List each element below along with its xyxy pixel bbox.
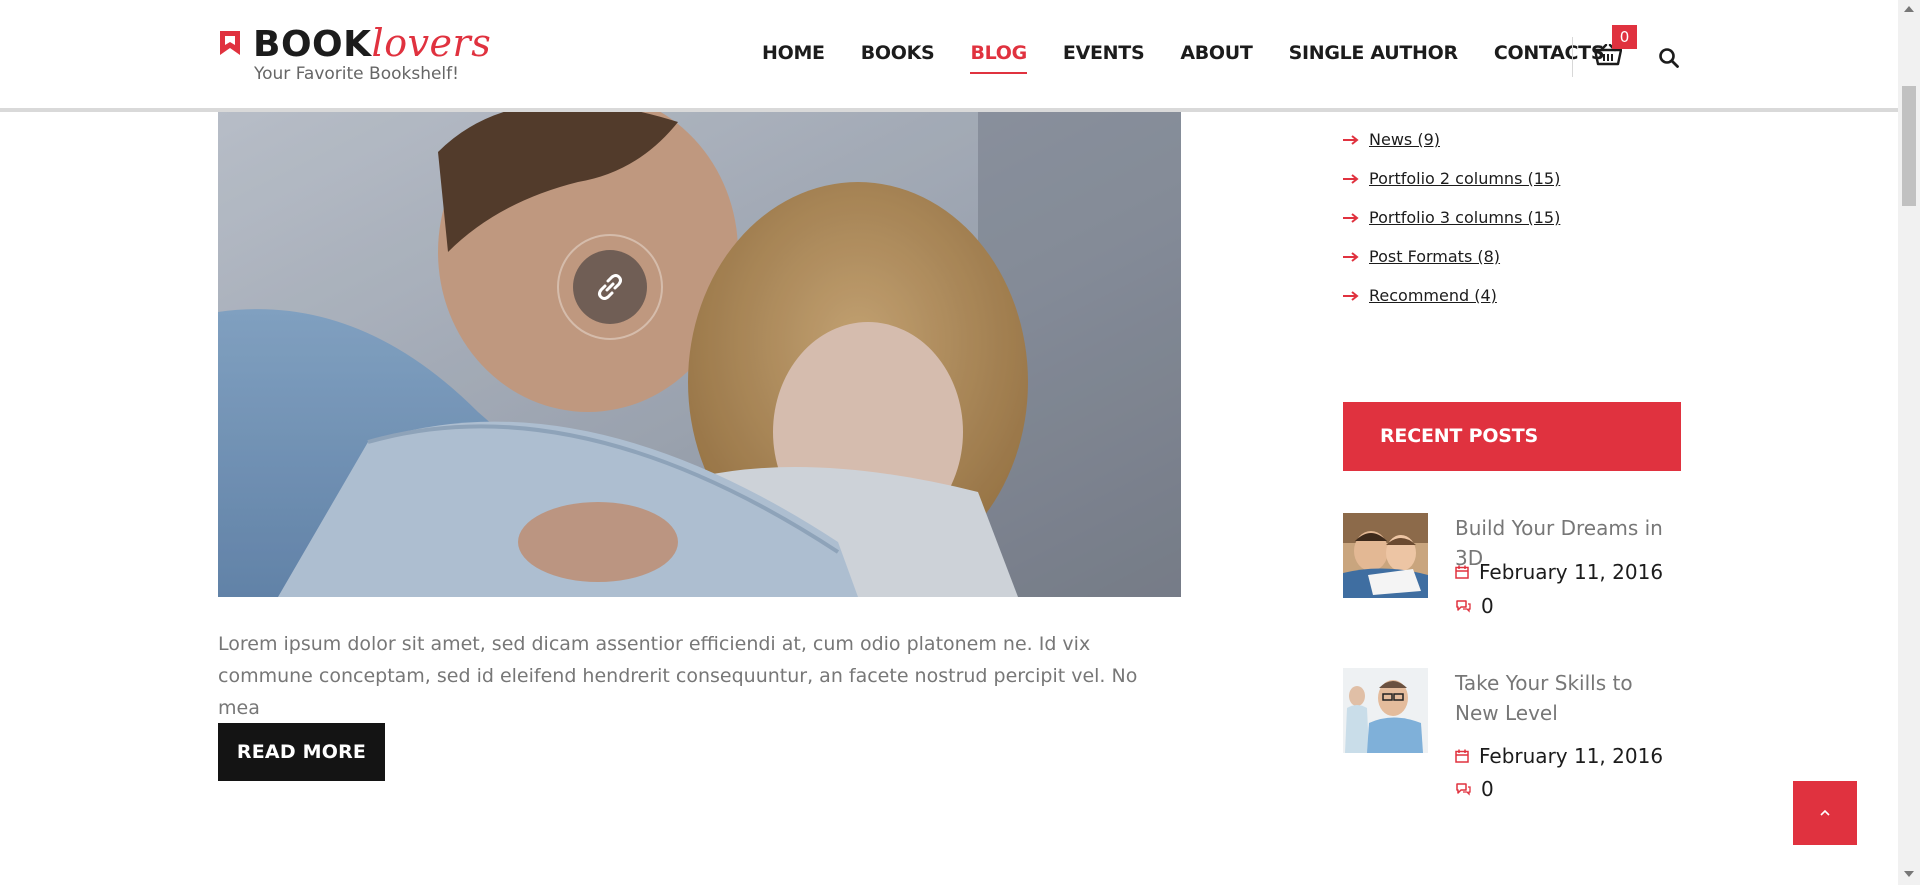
nav-item-blog[interactable]: BLOG — [970, 42, 1028, 74]
arrow-right-icon — [1343, 173, 1359, 184]
nav-item-books[interactable]: BOOKS — [861, 42, 935, 72]
read-more-button[interactable]: READ MORE — [218, 723, 385, 781]
category-link-portfolio-3[interactable]: Portfolio 3 columns (15) — [1369, 208, 1560, 227]
recent-post-item: Take Your Skills to New Level February 1… — [1343, 668, 1681, 808]
logo-tagline: Your Favorite Bookshelf! — [254, 64, 459, 84]
category-item[interactable]: Portfolio 3 columns (15) — [1343, 198, 1560, 237]
reading-photo — [218, 112, 1181, 597]
cart-count-badge: 0 — [1612, 25, 1637, 49]
nav-divider — [1572, 37, 1573, 77]
bookmark-logo-icon — [220, 31, 240, 55]
recent-post-date-text: February 11, 2016 — [1479, 560, 1664, 584]
recent-post-date: February 11, 2016 — [1455, 744, 1663, 768]
arrow-right-icon — [1343, 212, 1359, 223]
logo-wordmark: BOOKlovers — [253, 22, 491, 66]
recent-posts-heading: RECENT POSTS — [1343, 402, 1681, 471]
recent-post-comment-count: 0 — [1481, 777, 1494, 801]
back-to-top-button[interactable] — [1793, 781, 1857, 845]
arrow-right-icon — [1343, 251, 1359, 262]
arrow-right-icon — [1343, 290, 1359, 301]
site-header: BOOKlovers Your Favorite Bookshelf! HOME… — [0, 0, 1898, 112]
scroll-up-arrow[interactable] — [1904, 6, 1914, 12]
post-featured-image[interactable] — [218, 112, 1181, 597]
nav-item-contacts[interactable]: CONTACTS — [1494, 42, 1605, 72]
category-item[interactable]: News (9) — [1343, 120, 1560, 159]
chevron-up-icon — [1820, 809, 1830, 816]
logo-book-text: BOOK — [253, 24, 372, 65]
post-excerpt: Lorem ipsum dolor sit amet, sed dicam as… — [218, 633, 1138, 719]
category-link-news[interactable]: News (9) — [1369, 130, 1440, 149]
recent-post-date: February 11, 2016 — [1455, 560, 1663, 584]
recent-post-comment-count: 0 — [1481, 594, 1494, 618]
recent-post-title[interactable]: Take Your Skills to New Level — [1455, 668, 1681, 728]
sidebar-categories: News (9) Portfolio 2 columns (15) Portfo… — [1343, 120, 1560, 315]
scrollbar-thumb[interactable] — [1902, 86, 1916, 206]
search-icon[interactable] — [1658, 47, 1680, 69]
recent-post-item: Build Your Dreams in 3D February 11, 201… — [1343, 513, 1681, 623]
nav-item-home[interactable]: HOME — [762, 42, 825, 72]
nav-item-events[interactable]: EVENTS — [1063, 42, 1145, 72]
main-nav: HOME BOOKS BLOG EVENTS ABOUT SINGLE AUTH… — [762, 42, 1640, 74]
page-scrollbar[interactable] — [1898, 0, 1920, 885]
category-link-recommend[interactable]: Recommend (4) — [1369, 286, 1497, 305]
recent-post-thumbnail[interactable] — [1343, 668, 1428, 753]
arrow-right-icon — [1343, 134, 1359, 145]
link-icon[interactable] — [594, 271, 626, 303]
recent-post-thumbnail[interactable] — [1343, 513, 1428, 598]
recent-post-image — [1343, 668, 1428, 753]
category-link-portfolio-2[interactable]: Portfolio 2 columns (15) — [1369, 169, 1560, 188]
calendar-icon — [1455, 749, 1469, 763]
calendar-icon — [1455, 565, 1469, 579]
scroll-down-arrow[interactable] — [1904, 871, 1914, 877]
recent-post-image — [1343, 513, 1428, 598]
recent-post-comments[interactable]: 0 — [1455, 594, 1494, 618]
category-item[interactable]: Portfolio 2 columns (15) — [1343, 159, 1560, 198]
logo-lovers-text: lovers — [371, 21, 492, 65]
nav-item-single-author[interactable]: SINGLE AUTHOR — [1289, 42, 1459, 72]
recent-post-comments[interactable]: 0 — [1455, 777, 1494, 801]
recent-post-date-text: February 11, 2016 — [1479, 744, 1664, 768]
category-link-post-formats[interactable]: Post Formats (8) — [1369, 247, 1500, 266]
category-item[interactable]: Recommend (4) — [1343, 276, 1560, 315]
category-item[interactable]: Post Formats (8) — [1343, 237, 1560, 276]
comments-icon — [1456, 600, 1471, 613]
nav-item-about[interactable]: ABOUT — [1180, 42, 1253, 72]
comments-icon — [1456, 783, 1471, 796]
